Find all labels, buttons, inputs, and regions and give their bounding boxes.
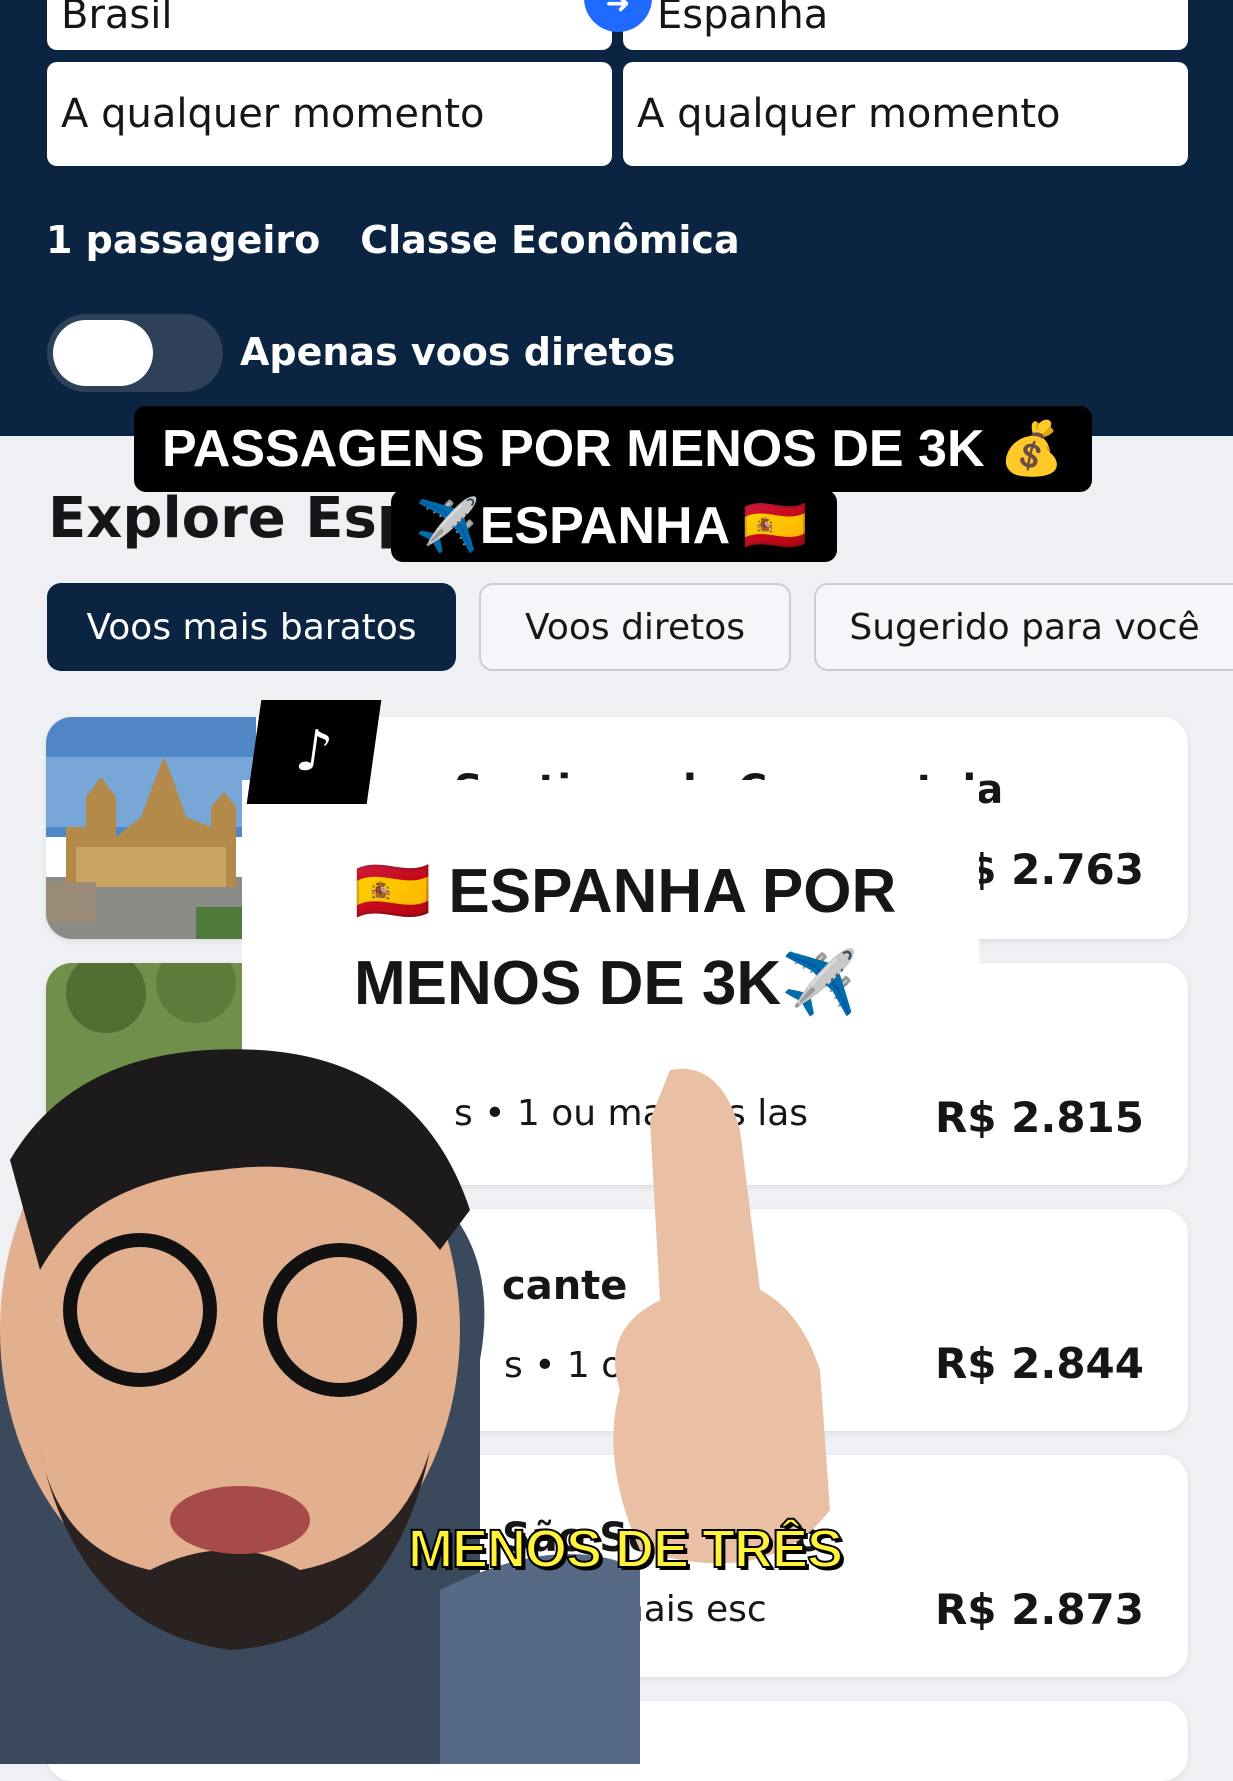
caption-line-1: PASSAGENS POR MENOS DE 3K 💰 <box>134 406 1092 492</box>
tab-label: Sugerido para você <box>849 606 1200 648</box>
passengers-selector[interactable]: 1 passageiro <box>46 218 320 262</box>
direct-flights-label: Apenas voos diretos <box>240 330 676 374</box>
video-subtitle: MENOS DE TRÊS <box>407 1518 844 1580</box>
cathedral-thumbnail <box>46 717 256 939</box>
destination-value: Espanha <box>657 0 829 38</box>
origin-value: Brasil <box>61 0 173 38</box>
depart-date-value: A qualquer momento <box>61 91 485 137</box>
toggle-knob <box>53 320 153 386</box>
trip-options: 1 passageiro Classe Econômica <box>46 218 780 262</box>
caption-line-2: ✈️ESPANHA 🇪🇸 <box>391 490 838 562</box>
presenter-video <box>0 1030 860 1764</box>
tab-direct-flights[interactable]: Voos diretos <box>479 583 791 671</box>
depart-date-field[interactable]: A qualquer momento <box>47 62 612 166</box>
direct-flights-toggle[interactable] <box>47 314 223 392</box>
tiktok-glyph: ♪ <box>291 719 337 784</box>
tab-suggested[interactable]: Sugerido para você <box>814 583 1233 671</box>
tab-label: Voos diretos <box>525 606 745 648</box>
destination-field[interactable]: Espanha <box>623 0 1188 50</box>
tab-label: Voos mais baratos <box>86 606 417 648</box>
return-date-value: A qualquer momento <box>637 91 1061 137</box>
explore-title: Explore Esp <box>48 486 417 551</box>
tiktok-logo-icon: ♪ <box>246 700 382 804</box>
price: R$ 2.844 <box>934 1339 1144 1388</box>
cabin-class-selector[interactable]: Classe Econômica <box>360 218 739 262</box>
price: R$ 2.873 <box>934 1585 1144 1634</box>
tab-cheapest-flights[interactable]: Voos mais baratos <box>47 583 456 671</box>
headline-text: 🇪🇸 ESPANHA POR MENOS DE 3K✈️ <box>354 857 897 1018</box>
price: R$ 2.815 <box>934 1093 1144 1142</box>
return-date-field[interactable]: A qualquer momento <box>623 62 1188 166</box>
origin-field[interactable]: Brasil <box>47 0 612 50</box>
